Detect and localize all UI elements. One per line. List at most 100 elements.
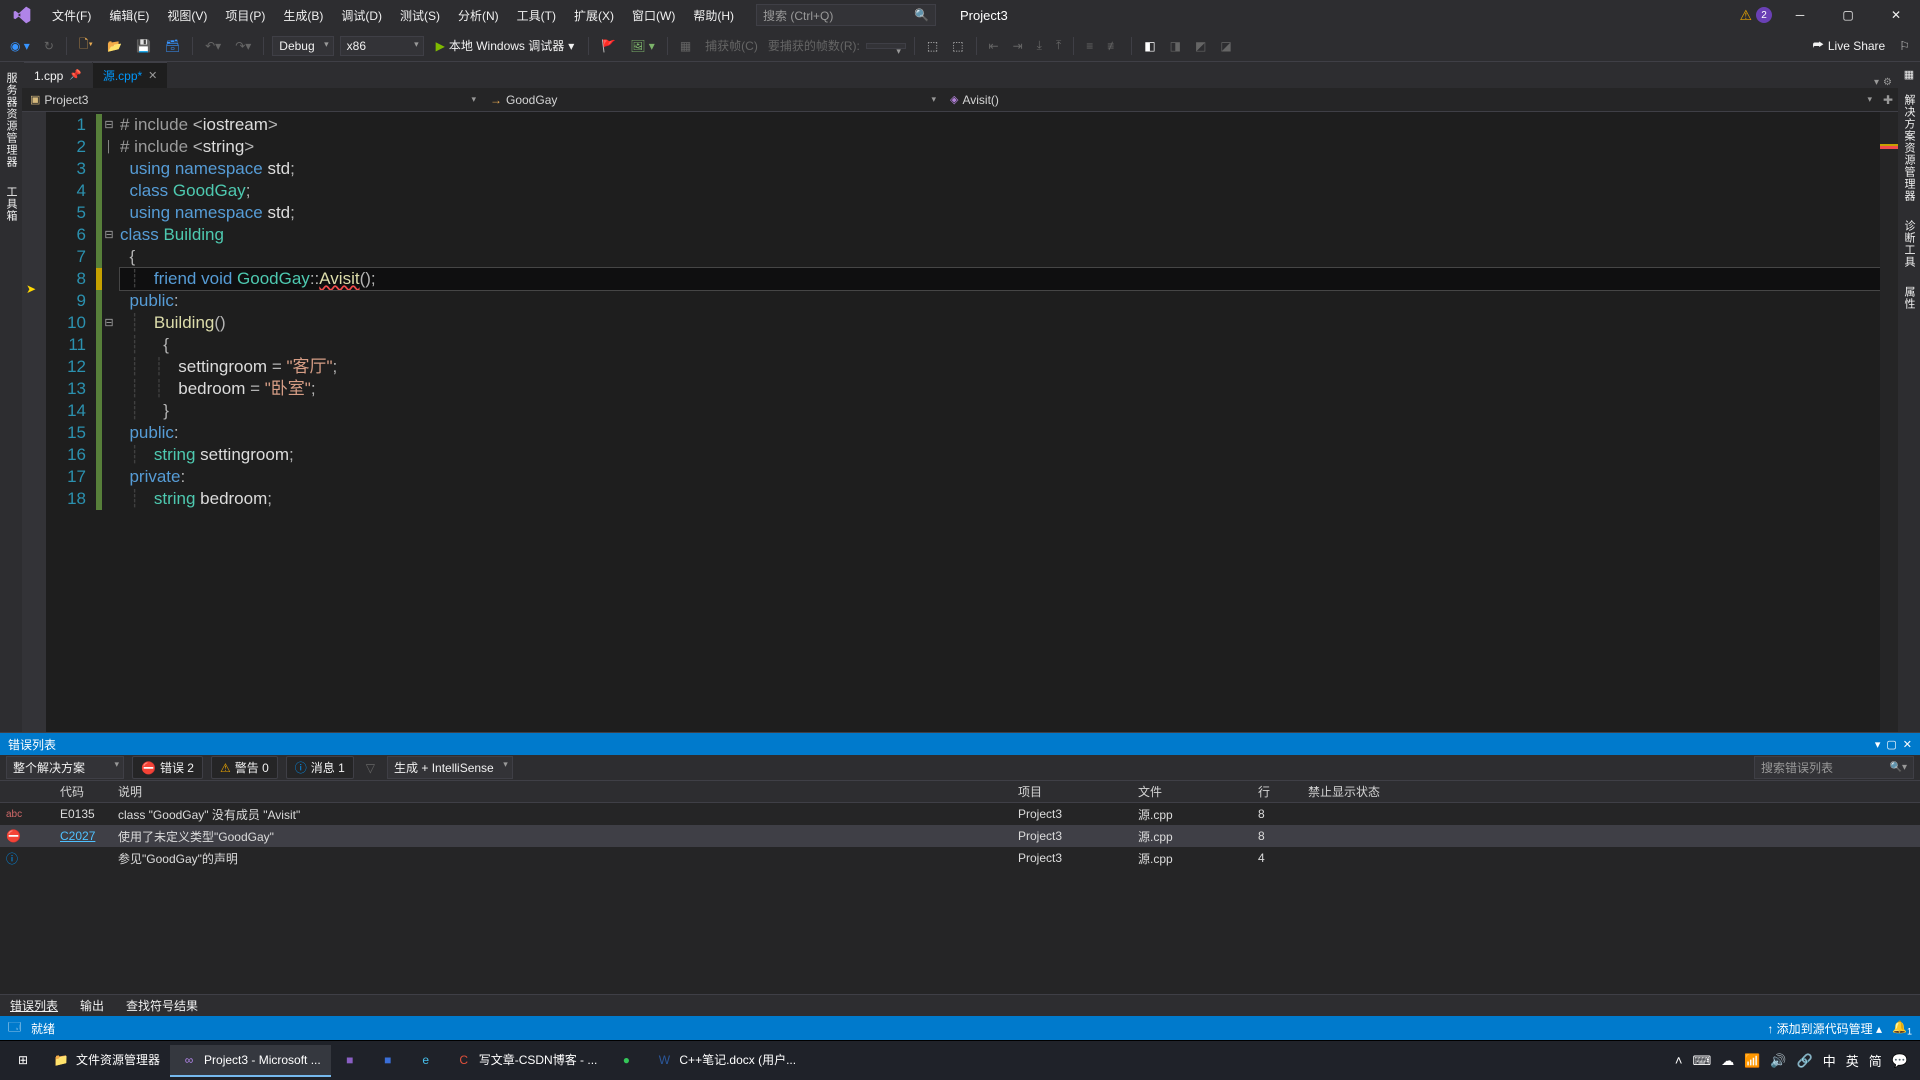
errors-filter-pill[interactable]: ⛔错误 2 xyxy=(132,756,203,779)
tb-comment-b[interactable]: ≢ xyxy=(1103,37,1123,55)
taskbar-item[interactable]: C写文章-CSDN博客 - ... xyxy=(445,1045,608,1077)
panel-pin-icon[interactable]: ▢ xyxy=(1886,738,1896,751)
messages-filter-pill[interactable]: ⓘ消息 1 xyxy=(286,756,354,779)
menu-分析(N)[interactable]: 分析(N) xyxy=(450,3,507,28)
global-search-input[interactable]: 搜索 (Ctrl+Q) 🔍 xyxy=(756,4,936,26)
nav-class-dropdown[interactable]: → GoodGay xyxy=(482,93,942,107)
breakpoint-gutter[interactable]: ➤ xyxy=(22,112,46,732)
nav-forward-button[interactable]: ↻ xyxy=(40,37,58,55)
menu-帮助(H)[interactable]: 帮助(H) xyxy=(685,3,742,28)
notifications-badge[interactable]: ⚠ 2 xyxy=(1739,7,1772,24)
error-row[interactable]: ⛔ C2027 使用了未定义类型"GoodGay" Project3 源.cpp… xyxy=(0,825,1920,847)
close-button[interactable]: ✕ xyxy=(1876,0,1916,30)
tray-wifi-icon[interactable]: 📶 xyxy=(1744,1053,1760,1069)
toolbox-tab[interactable]: 工具箱 xyxy=(1,180,21,228)
tb-bm-b[interactable]: ◩ xyxy=(1191,37,1210,55)
col-file[interactable]: 文件 xyxy=(1138,783,1258,800)
taskbar-item[interactable]: ∞Project3 - Microsoft ... xyxy=(170,1045,331,1077)
start-debug-button[interactable]: ▶ 本地 Windows 调试器 ▾ xyxy=(430,35,581,56)
col-line[interactable]: 行 xyxy=(1258,783,1308,800)
tb-step-b[interactable]: ⇥ xyxy=(1009,37,1027,55)
error-search-input[interactable]: 搜索错误列表 🔍▾ xyxy=(1754,756,1914,779)
menu-项目(P)[interactable]: 项目(P) xyxy=(217,3,273,28)
taskbar-item[interactable]: ⊞ xyxy=(4,1045,42,1077)
error-list-title-bar[interactable]: 错误列表 ▾ ▢ ✕ xyxy=(0,733,1920,755)
tabs-settings-icon[interactable]: ⚙ xyxy=(1883,77,1892,88)
tray-action-center-icon[interactable]: 💬 xyxy=(1892,1053,1908,1069)
system-tray[interactable]: ˄ ⌨ ☁ 📶 🔊 🔗 中 英 简 💬 xyxy=(1675,1051,1916,1070)
warnings-filter-pill[interactable]: ⚠警告 0 xyxy=(211,756,278,779)
diagnostic-tools-tab[interactable]: 诊断工具 xyxy=(1899,214,1919,274)
nav-back-button[interactable]: ◉ ▾ xyxy=(6,37,34,55)
config-dropdown[interactable]: Debug xyxy=(272,36,333,56)
col-code[interactable]: 代码 xyxy=(60,783,118,800)
platform-dropdown[interactable]: x86 xyxy=(340,36,424,56)
error-scope-dropdown[interactable]: 整个解决方案 xyxy=(6,756,124,779)
tray-up-icon[interactable]: ˄ xyxy=(1675,1053,1683,1068)
error-mode-dropdown[interactable]: 生成 + IntelliSense xyxy=(387,756,513,779)
menu-文件(F)[interactable]: 文件(F) xyxy=(44,3,99,28)
tb-comment-a[interactable]: ≡ xyxy=(1082,37,1097,55)
redo-button[interactable]: ↷▾ xyxy=(231,37,255,55)
tabs-dropdown-icon[interactable]: ▾ xyxy=(1874,77,1879,88)
tb-step-a[interactable]: ⇤ xyxy=(985,37,1003,55)
taskbar-item[interactable]: WC++笔记.docx (用户... xyxy=(645,1045,806,1077)
taskbar-item[interactable]: ■ xyxy=(331,1045,369,1077)
menu-编辑(E)[interactable]: 编辑(E) xyxy=(101,3,157,28)
close-tab-icon[interactable]: ✕ xyxy=(148,69,157,82)
image-button[interactable]: 🖼 ▾ xyxy=(626,37,659,55)
tray-keyboard-icon[interactable]: ⌨ xyxy=(1692,1053,1711,1069)
menu-测试(S)[interactable]: 测试(S) xyxy=(392,3,448,28)
taskbar-item[interactable]: ■ xyxy=(369,1045,407,1077)
feedback-button[interactable]: ⚐ xyxy=(1895,37,1914,55)
tb-bm-c[interactable]: ◪ xyxy=(1216,37,1235,55)
error-table-header[interactable]: 代码 说明 项目 文件 行 禁止显示状态 xyxy=(0,781,1920,803)
tray-link-icon[interactable]: 🔗 xyxy=(1797,1053,1813,1069)
col-desc[interactable]: 说明 xyxy=(118,783,1018,800)
nav-add-button[interactable]: ✚ xyxy=(1878,93,1898,107)
filter-button[interactable]: ▽ xyxy=(362,759,379,777)
notifications-icon[interactable]: 🔔1 xyxy=(1892,1020,1912,1036)
tb-step-d[interactable]: ⤒ xyxy=(1052,36,1065,55)
status-output-icon[interactable]: 🗔 xyxy=(8,1018,21,1039)
doc-tab[interactable]: 1.cpp📌 xyxy=(24,62,92,88)
col-proj[interactable]: 项目 xyxy=(1018,783,1138,800)
server-explorer-tab[interactable]: 服务器资源管理器 xyxy=(1,66,21,174)
solution-explorer-tab[interactable]: 解决方案资源管理器 xyxy=(1899,88,1919,208)
error-row[interactable]: ⓘ 参见"GoodGay"的声明 Project3 源.cpp 4 xyxy=(0,847,1920,869)
tb-icon-a[interactable]: ⬚ xyxy=(923,37,942,55)
menu-扩展(X)[interactable]: 扩展(X) xyxy=(566,3,622,28)
ime-lang1[interactable]: 中 xyxy=(1823,1051,1836,1070)
tb-step-c[interactable]: ⤓ xyxy=(1033,36,1046,55)
bottom-tab[interactable]: 输出 xyxy=(76,995,108,1016)
menu-视图(V)[interactable]: 视图(V) xyxy=(159,3,215,28)
error-row[interactable]: abc E0135 class "GoodGay" 没有成员 "Avisit" … xyxy=(0,803,1920,825)
col-suppress[interactable]: 禁止显示状态 xyxy=(1308,783,1428,800)
undo-button[interactable]: ↶▾ xyxy=(201,37,225,55)
code-content[interactable]: # include <iostream># include <string> u… xyxy=(116,112,1880,732)
new-file-button[interactable]: 🗋▾ xyxy=(75,33,97,58)
frames-input[interactable] xyxy=(866,43,906,49)
save-button[interactable]: 💾 xyxy=(132,37,155,55)
source-control-button[interactable]: ↑ 添加到源代码管理 ▴ xyxy=(1767,1020,1882,1037)
taskbar-item[interactable]: e xyxy=(407,1045,445,1077)
bookmark-button[interactable]: ◧ xyxy=(1140,37,1159,55)
menu-调试(D)[interactable]: 调试(D) xyxy=(333,3,390,28)
maximize-button[interactable]: ▢ xyxy=(1828,0,1868,30)
taskbar-item[interactable]: 📁文件资源管理器 xyxy=(42,1045,170,1077)
bottom-tab[interactable]: 查找符号结果 xyxy=(122,995,202,1016)
doc-tab[interactable]: 源.cpp*✕ xyxy=(93,62,168,88)
panel-close-icon[interactable]: ✕ xyxy=(1903,738,1912,751)
overview-ruler[interactable] xyxy=(1880,112,1898,732)
menu-生成(B)[interactable]: 生成(B) xyxy=(275,3,331,28)
menu-窗口(W)[interactable]: 窗口(W) xyxy=(624,3,683,28)
menu-工具(T)[interactable]: 工具(T) xyxy=(509,3,564,28)
save-all-button[interactable]: 🗃 xyxy=(161,37,184,55)
code-editor[interactable]: ➤ 123456789101112131415161718 ⊟│⊟⊟ # inc… xyxy=(22,112,1898,732)
panel-dropdown-icon[interactable]: ▾ xyxy=(1875,738,1881,751)
ime-lang2[interactable]: 英 xyxy=(1846,1051,1859,1070)
open-file-button[interactable]: 📂 xyxy=(103,37,126,55)
taskbar-item[interactable]: ● xyxy=(607,1045,645,1077)
ime-lang3[interactable]: 简 xyxy=(1869,1051,1882,1070)
tray-cloud-icon[interactable]: ☁ xyxy=(1721,1053,1734,1069)
